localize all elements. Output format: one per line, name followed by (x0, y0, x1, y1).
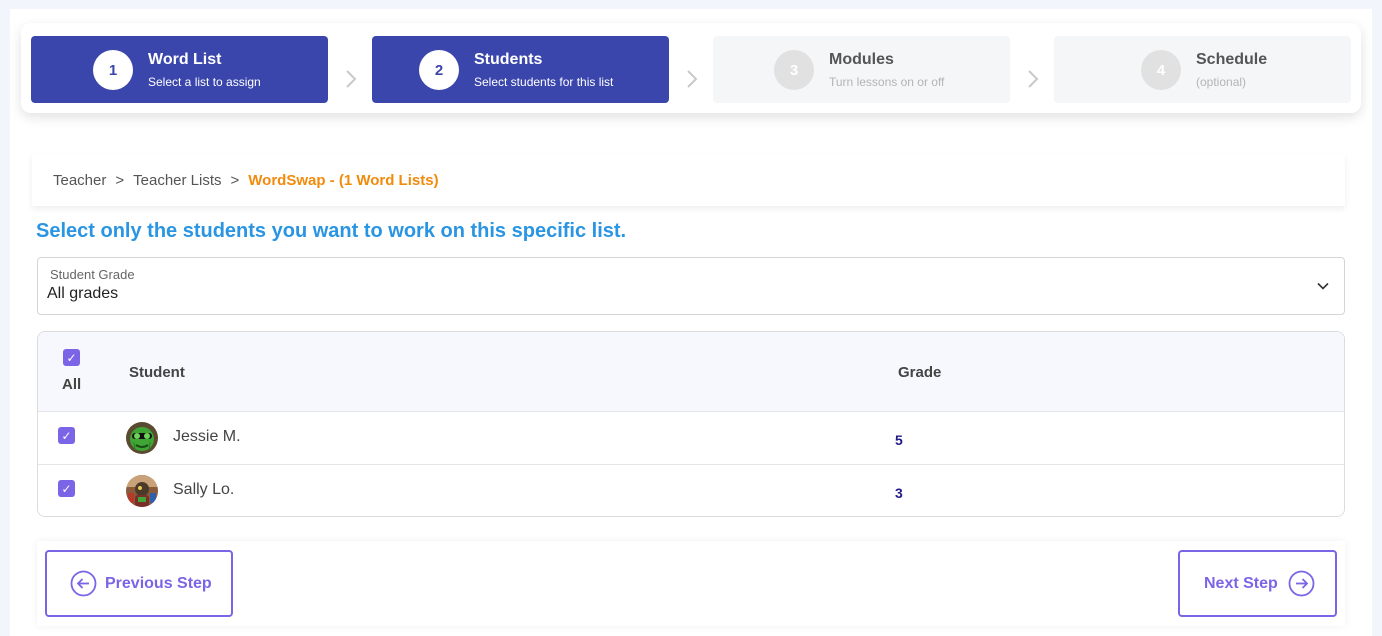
step-number-circle: 1 (93, 50, 133, 90)
step-subtitle: (optional) (1196, 75, 1247, 89)
cactus-avatar-icon (126, 422, 158, 454)
student-name: Jessie M. (173, 428, 241, 445)
page-container: 1 Word List Select a list to assign 2 St… (10, 9, 1372, 636)
row-checkbox[interactable]: ✓ (58, 480, 75, 497)
step-subtitle: Select a list to assign (148, 75, 261, 89)
step-number-circle: 4 (1141, 50, 1181, 90)
wizard-stepper: 1 Word List Select a list to assign 2 St… (21, 23, 1361, 113)
step-title: Modules (829, 51, 894, 68)
check-icon: ✓ (61, 481, 72, 496)
next-step-button[interactable]: Next Step (1178, 550, 1337, 617)
column-header-student: Student (129, 364, 185, 381)
step-number-circle: 3 (774, 50, 814, 90)
instruction-heading: Select only the students you want to wor… (36, 220, 627, 242)
table-row: ✓ Sally Lo. 3 (38, 464, 1344, 516)
breadcrumb: Teacher > Teacher Lists > WordSwap - (1 … (32, 154, 1345, 206)
chevron-right-icon (687, 70, 698, 88)
previous-step-button[interactable]: Previous Step (45, 550, 233, 617)
check-icon: ✓ (61, 428, 72, 443)
chevron-down-icon (1317, 282, 1329, 290)
select-label: Student Grade (50, 267, 135, 282)
student-grade: 3 (895, 485, 903, 501)
select-all-checkbox[interactable]: ✓ (63, 349, 80, 366)
table-header: ✓ All Student Grade (38, 332, 1344, 411)
column-header-grade: Grade (898, 364, 942, 381)
step-students[interactable]: 2 Students Select students for this list (372, 36, 669, 103)
arrow-left-circle-icon (70, 570, 97, 597)
row-checkbox[interactable]: ✓ (58, 427, 75, 444)
step-navigation: Previous Step Next Step (37, 541, 1345, 626)
breadcrumb-link-teacher[interactable]: Teacher (53, 172, 106, 189)
step-title: Students (474, 51, 543, 68)
check-icon: ✓ (66, 350, 77, 365)
step-number-circle: 2 (419, 50, 459, 90)
table-row: ✓ Jessie M. 5 (38, 411, 1344, 464)
robot-avatar-icon (126, 475, 158, 507)
students-table: ✓ All Student Grade ✓ Jessie M. 5 ✓ Sall… (37, 331, 1345, 517)
student-grade-select[interactable]: Student Grade All grades (37, 257, 1345, 315)
breadcrumb-current: WordSwap - (1 Word Lists) (248, 171, 439, 189)
breadcrumb-link-teacher-lists[interactable]: Teacher Lists (133, 172, 221, 189)
chevron-right-icon (346, 70, 357, 88)
select-all-label: All (62, 376, 82, 393)
previous-step-label: Previous Step (105, 574, 212, 592)
step-modules[interactable]: 3 Modules Turn lessons on or off (713, 36, 1010, 103)
step-subtitle: Select students for this list (474, 75, 614, 89)
arrow-right-circle-icon (1288, 570, 1315, 597)
breadcrumb-separator: > (115, 171, 125, 189)
next-step-label: Next Step (1204, 574, 1278, 592)
chevron-right-icon (1028, 70, 1039, 88)
step-title: Word List (148, 51, 222, 68)
breadcrumb-separator: > (230, 171, 240, 189)
step-title: Schedule (1196, 51, 1268, 68)
student-grade: 5 (895, 432, 903, 448)
step-schedule[interactable]: 4 Schedule (optional) (1054, 36, 1351, 103)
student-name: Sally Lo. (173, 481, 235, 498)
step-word-list[interactable]: 1 Word List Select a list to assign (31, 36, 328, 103)
select-value: All grades (47, 285, 119, 302)
step-subtitle: Turn lessons on or off (829, 75, 945, 89)
